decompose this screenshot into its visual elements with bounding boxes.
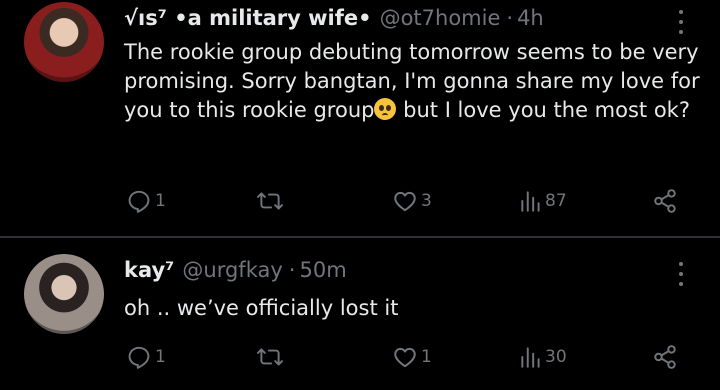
handle[interactable]: @ot7homie [380,6,501,30]
separator: · [506,6,514,30]
retweet-button[interactable] [256,186,287,216]
tweet[interactable]: √ıs⁷ •a military wife• @ot7homie · 4h Th… [0,0,720,236]
like-count: 3 [421,191,432,211]
pleading-face-icon [374,98,397,120]
share-button[interactable] [652,342,678,372]
heart-icon [394,347,416,368]
views-icon [521,347,540,368]
views-button[interactable]: 30 [520,342,567,372]
views-count: 87 [545,191,567,211]
display-name[interactable]: √ıs⁷ •a military wife• [124,6,372,30]
timestamp[interactable]: 50m [299,258,346,282]
retweet-button[interactable] [256,342,287,372]
like-button[interactable]: 1 [392,342,432,372]
views-button[interactable]: 87 [520,186,567,216]
like-button[interactable]: 3 [392,186,432,216]
separator: · [288,258,296,282]
tweet-header: kay⁷ @urgfkay · 50m [124,258,347,282]
action-bar: 1 1 30 [0,342,720,372]
views-count: 30 [545,347,567,367]
tweet-text: oh .. we’ve officially lost it [124,296,399,320]
share-icon [654,345,676,369]
more-icon[interactable] [674,260,688,288]
timestamp[interactable]: 4h [517,6,544,30]
reply-count: 1 [155,347,166,367]
avatar[interactable] [24,2,104,82]
tweet-header: √ıs⁷ •a military wife• @ot7homie · 4h [124,6,544,30]
tweet-text-part: but I love you the most ok? [396,98,690,122]
retweet-icon [256,348,284,366]
reply-icon [128,346,150,369]
tweet-text: The rookie group debuting tomorrow seems… [124,38,704,125]
action-bar: 1 3 87 [0,186,720,216]
share-button[interactable] [652,186,678,216]
reply-button[interactable]: 1 [126,342,166,372]
display-name[interactable]: kay⁷ [124,258,174,282]
reply-button[interactable]: 1 [126,186,166,216]
like-count: 1 [421,347,432,367]
views-icon [521,191,540,212]
avatar[interactable] [24,254,104,334]
reply-count: 1 [155,191,166,211]
more-icon[interactable] [674,8,688,36]
handle[interactable]: @urgfkay [182,258,282,282]
heart-icon [394,191,416,212]
reply-icon [128,190,150,213]
share-icon [654,189,676,213]
retweet-icon [256,192,284,210]
tweet[interactable]: kay⁷ @urgfkay · 50m oh .. we’ve official… [0,238,720,390]
